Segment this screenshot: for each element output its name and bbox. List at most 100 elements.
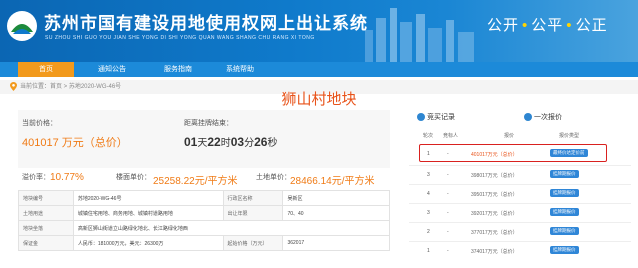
nav-item-guide[interactable]: 服务指南	[150, 62, 206, 77]
price-box: 当前价格： 401017 万元（总价） 距离挂牌结束： 01天22时03分26秒	[18, 110, 390, 168]
table-row: 保证金 人民币：181000万元，美元：26300万 起始价格（万元） 3620…	[18, 235, 390, 251]
table-cell: 吴新区	[282, 190, 390, 206]
table-cell: 土地用途	[18, 205, 74, 221]
countdown-days-unit: 天	[197, 138, 208, 149]
bid-bidder: -	[447, 191, 449, 197]
bid-price: 377017万元（总价）	[471, 230, 518, 236]
current-price-value: 401017 万元（总价）	[22, 137, 128, 149]
city-skyline-image	[365, 8, 474, 62]
bid-round: 3	[427, 210, 430, 216]
slogan-just: 公正	[575, 17, 608, 34]
bid-price: 392017万元（总价）	[471, 211, 518, 217]
logo-icon	[7, 11, 37, 41]
divider	[409, 222, 631, 223]
table-cell: 苏地2020-WG-46号	[72, 190, 224, 206]
countdown-label: 距离挂牌结束：	[184, 120, 233, 127]
col-price: 报价	[504, 133, 515, 139]
bid-round: 1	[427, 248, 430, 254]
table-cell: 出让年限	[222, 205, 284, 221]
slogan: 公开 • 公平 • 公正	[487, 14, 608, 35]
table-cell: 地块坐落	[18, 220, 74, 236]
slogan-dot: •	[566, 17, 573, 34]
nav-item-home[interactable]: 首页	[18, 62, 74, 77]
tab-bid-records[interactable]: 竞买记录	[417, 112, 455, 122]
current-price-label: 当前价格：	[22, 120, 57, 127]
table-row: 1 - 374017万元（总价） 挂牌期报价	[409, 243, 631, 259]
table-cell: 高新区狮山街道立山路绿化地北、长江路绿化地西	[72, 220, 391, 236]
table-row: 2 - 377017万元（总价） 挂牌期报价	[409, 224, 631, 240]
col-bidder: 竞标人	[443, 133, 459, 139]
table-cell: 城镇住宅用地、商务用地、城镇村道路用地	[72, 205, 224, 221]
land-price-value: 28466.14元/平方米	[290, 176, 375, 187]
once-bid-icon	[524, 113, 532, 122]
bid-price: 395017万元（总价）	[471, 192, 518, 198]
bid-bidder: -	[447, 172, 449, 178]
table-cell: 70、40	[282, 205, 390, 221]
bid-type-badge: 挂牌期报价	[550, 246, 579, 254]
bid-type-badge: 挂牌期报价	[550, 170, 579, 178]
table-row: 地块编号 苏地2020-WG-46号 行政区名称 吴新区	[18, 190, 390, 206]
bid-bidder: -	[447, 229, 449, 235]
bid-panel-tabs: 竞买记录 一次报价	[409, 110, 631, 124]
bid-round: 4	[427, 191, 430, 197]
bid-bidder: -	[447, 210, 449, 216]
bid-type-badge: 挂牌期报价	[550, 208, 579, 216]
premium-value: 10.77%	[50, 172, 84, 183]
table-cell: 行政区名称	[222, 190, 284, 206]
nav-item-help[interactable]: 系统帮助	[212, 62, 268, 77]
bid-type-badge: 挂牌期报价	[550, 227, 579, 235]
slogan-open: 公开	[487, 17, 520, 34]
divider	[409, 184, 631, 185]
table-cell: 起始价格（万元）	[222, 235, 284, 251]
highlight-box	[419, 144, 607, 162]
bid-round: 2	[427, 229, 430, 235]
slogan-fair: 公平	[531, 17, 564, 34]
table-cell: 地块编号	[18, 190, 74, 206]
table-cell: 保证金	[18, 235, 74, 251]
tab-bid-records-label: 竞买记录	[427, 114, 455, 121]
bid-bidder: -	[447, 248, 449, 254]
floor-price-label: 楼面单价：	[116, 174, 151, 181]
land-price-label: 土地单价：	[256, 174, 291, 181]
nav-item-notices[interactable]: 通知公告	[84, 62, 140, 77]
table-row: 地块坐落 高新区狮山街道立山路绿化地北、长江路绿化地西	[18, 220, 391, 236]
premium-label: 溢价率：	[22, 174, 50, 181]
slogan-dot: •	[522, 17, 529, 34]
main-nav: 首页 通知公告 服务指南 系统帮助	[0, 62, 638, 77]
countdown-hours: 22	[207, 135, 221, 149]
bid-table-header: 轮次 竞标人 报价 报价类型	[409, 132, 631, 142]
auction-info-panel: 当前价格： 401017 万元（总价） 距离挂牌结束： 01天22时03分26秒…	[18, 110, 391, 268]
divider	[409, 165, 631, 166]
table-row: 土地用途 城镇住宅用地、商务用地、城镇村道路用地 出让年限 70、40	[18, 205, 390, 221]
countdown-seconds-unit: 秒	[267, 138, 278, 149]
bid-records-panel: 竞买记录 一次报价 轮次 竞标人 报价 报价类型 1 - 401017万元（总价…	[409, 110, 631, 268]
countdown-minutes: 03	[230, 135, 245, 149]
site-title: 苏州市国有建设用地使用权网上出让系统	[44, 14, 368, 33]
tab-once-bid-label: 一次报价	[534, 114, 562, 121]
bid-price: 374017万元（总价）	[471, 249, 518, 255]
countdown-seconds: 26	[254, 135, 268, 149]
bid-price: 398017万元（总价）	[471, 173, 518, 179]
divider	[409, 241, 631, 242]
countdown-minutes-unit: 分	[244, 138, 255, 149]
countdown-timer: 01天22时03分26秒	[184, 134, 277, 149]
table-row: 3 - 392017万元（总价） 挂牌期报价	[409, 205, 631, 221]
col-type: 报价类型	[559, 133, 580, 139]
table-cell: 人民币：181000万元，美元：26300万	[72, 235, 224, 251]
bid-type-badge: 挂牌期报价	[550, 189, 579, 197]
table-row: 4 - 395017万元（总价） 挂牌期报价	[409, 186, 631, 202]
bid-record-icon	[417, 113, 425, 122]
parcel-info-table: 地块编号 苏地2020-WG-46号 行政区名称 吴新区 土地用途 城镇住宅用地…	[18, 190, 391, 251]
floor-price-value: 25258.22元/平方米	[153, 176, 238, 187]
site-subtitle: SU ZHOU SHI GUO YOU JIAN SHE YONG DI SHI…	[45, 35, 315, 41]
table-row: 3 - 398017万元（总价） 挂牌期报价	[409, 167, 631, 183]
col-round: 轮次	[423, 133, 434, 139]
table-cell: 362017	[282, 235, 390, 251]
bid-round: 3	[427, 172, 430, 178]
divider	[409, 203, 631, 204]
site-header: 苏州市国有建设用地使用权网上出让系统 SU ZHOU SHI GUO YOU J…	[0, 0, 638, 62]
tab-once-bid[interactable]: 一次报价	[524, 112, 562, 122]
countdown-hours-unit: 时	[220, 138, 231, 149]
page-title: 狮山村地块	[281, 91, 357, 108]
countdown-days: 01	[184, 135, 198, 149]
